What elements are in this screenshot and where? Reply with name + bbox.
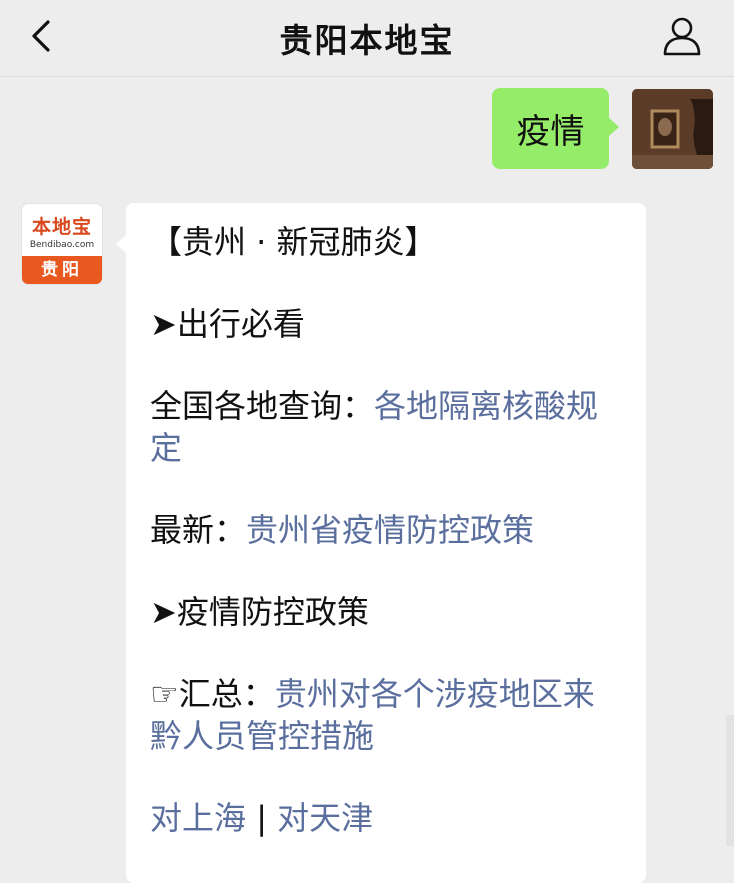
outgoing-message-bubble[interactable]: 疫情	[492, 88, 619, 169]
page-title: 贵阳本地宝	[279, 21, 455, 60]
logo-subtext: Bendibao.com	[29, 240, 95, 250]
latest-line: 最新：贵州省疫情防控政策	[150, 509, 624, 551]
incoming-message-bubble: 【贵州 · 新冠肺炎】 ➤出行必看 全国各地查询：各地隔离核酸规定 最新：贵州省…	[116, 203, 646, 883]
query-label: 全国各地查询：	[150, 387, 375, 425]
account-avatar[interactable]: 本地宝 Bendibao.com 贵阳	[22, 204, 102, 284]
outgoing-message-text: 疫情	[516, 112, 585, 152]
message-body: 【贵州 · 新冠肺炎】 ➤出行必看 全国各地查询：各地隔离核酸规定 最新：贵州省…	[150, 221, 624, 839]
latest-label: 最新：	[150, 511, 247, 549]
message-heading: 【贵州 · 新冠肺炎】	[150, 223, 437, 261]
avatar-photo	[632, 89, 713, 169]
my-avatar[interactable]	[632, 89, 713, 169]
latest-link[interactable]: 贵州省疫情防控政策	[246, 511, 534, 549]
tianjin-link[interactable]: 对天津	[277, 799, 373, 837]
logo-city: 贵阳	[22, 256, 102, 284]
person-icon[interactable]	[660, 14, 704, 58]
summary-line: ☞汇总：贵州对各个涉疫地区来黔人员管控措施	[150, 673, 624, 757]
summary-prefix: ☞汇总：	[150, 675, 275, 713]
query-line: 全国各地查询：各地隔离核酸规定	[150, 385, 624, 469]
region-links: 对上海 | 对天津	[150, 797, 624, 839]
shanghai-link[interactable]: 对上海	[150, 799, 246, 837]
logo-text: 本地宝	[31, 216, 92, 238]
link-separator: |	[246, 799, 278, 837]
scrollbar[interactable]	[726, 715, 734, 846]
top-bar: 贵阳本地宝	[0, 0, 734, 77]
section-travel: ➤出行必看	[150, 305, 305, 343]
section-policy: ➤疫情防控政策	[150, 593, 369, 631]
logo-top: 本地宝 Bendibao.com	[22, 204, 102, 256]
